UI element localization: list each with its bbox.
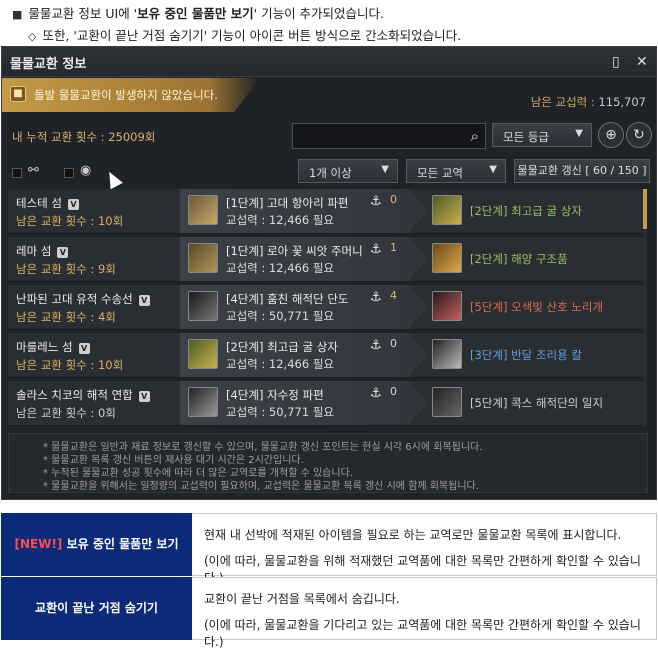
pot-shard-icon <box>188 195 218 225</box>
close-icon[interactable]: ✕ <box>636 54 648 70</box>
window-title: 물물교환 정보 <box>10 57 87 72</box>
chevron-down-icon[interactable]: V <box>57 247 69 258</box>
feature-description: 현재 내 선박에 적재된 아이템을 필요로 하는 교역로만 물물교환 목록에 표… <box>192 513 657 585</box>
trade-dropdown[interactable]: 모든 교역 ▼ <box>406 159 506 183</box>
search-input[interactable]: ⌕ <box>292 123 486 149</box>
oyster-box-icon <box>432 195 462 225</box>
anchor-icon: ⚓ <box>370 242 382 257</box>
table-row: [NEW!] 보유 중인 물품만 보기 현재 내 선박에 적재된 아이템을 필요… <box>1 513 657 585</box>
seed-pouch-icon <box>188 243 218 273</box>
anchor-icon: ⚓ <box>370 194 382 209</box>
feature-table: [NEW!] 보유 중인 물품만 보기 현재 내 선박에 적재된 아이템을 필요… <box>1 513 657 649</box>
note-line-1: ■ 물물교환 정보 UI에 '보유 중인 물품만 보기' 기능이 추가되었습니다. <box>12 6 385 21</box>
list-item[interactable]: 난파된 고대 유적 수송선 V 남은 교환 횟수 : 4회 [4단계] 훔친 해적… <box>8 285 644 330</box>
remaining-negotiation: 남은 교섭력 : 115,707 <box>530 95 646 109</box>
feature-name: 교환이 끝난 거점 숨기기 <box>1 577 192 640</box>
target-icon[interactable]: ⊕ <box>598 122 624 148</box>
event-banner: ■ 돌발 물물교환이 발생하지 않았습니다. <box>2 78 260 112</box>
title-bar: 물물교환 정보 ▯ ✕ <box>2 47 656 77</box>
chevron-down-icon[interactable]: V <box>67 199 79 210</box>
owned-items-icon[interactable]: ⚯ <box>28 163 39 178</box>
chevron-down-icon: ▼ <box>489 164 497 175</box>
journal-icon <box>432 387 462 417</box>
barter-info-window: 물물교환 정보 ▯ ✕ ■ 돌발 물물교환이 발생하지 않았습니다. 남은 교섭… <box>1 46 657 500</box>
accumulated-trades: 내 누적 교환 횟수 : 25009회 <box>12 130 156 144</box>
chevron-down-icon: ▼ <box>381 164 389 175</box>
count-dropdown[interactable]: 1개 이상 ▼ <box>298 159 398 183</box>
anchor-icon: ⚓ <box>370 338 382 353</box>
barter-list: 테스테 섬V 남은 교환 횟수 : 10회 [1단계] 고대 항아리 파편 교섭… <box>8 189 644 427</box>
refresh-icon[interactable]: ↻ <box>626 122 652 148</box>
list-item[interactable]: 테스테 섬V 남은 교환 횟수 : 10회 [1단계] 고대 항아리 파편 교섭… <box>8 189 644 234</box>
grade-dropdown[interactable]: 모든 등급 ▼ <box>492 123 592 147</box>
treasure-chest-icon <box>432 243 462 273</box>
oyster-box-icon <box>188 339 218 369</box>
coral-ornament-icon <box>432 291 462 321</box>
page-icon[interactable]: ▯ <box>612 54 620 70</box>
list-item[interactable]: 솔라스 치코의 해적 연합 V 남은 교환 횟수 : 0회 [4단계] 자수정 파… <box>8 381 644 426</box>
hide-finished-checkbox[interactable] <box>64 168 74 178</box>
diamond-bullet-icon: ◇ <box>28 30 37 43</box>
chevron-down-icon: ▼ <box>575 128 583 139</box>
hide-finished-icon[interactable]: ◉ <box>80 163 91 178</box>
update-notes: ■ 물물교환 정보 UI에 '보유 중인 물품만 보기' 기능이 추가되었습니다.… <box>0 0 658 44</box>
table-row: 교환이 끝난 거점 숨기기 교환이 끝난 거점을 목록에서 숨깁니다. (이에 … <box>1 577 657 649</box>
cleaver-icon <box>432 339 462 369</box>
list-item[interactable]: 마를레느 섬V 남은 교환 횟수 : 10회 [2단계] 최고급 굴 상자 교섭… <box>8 333 644 378</box>
barter-refresh-button[interactable]: 물물교환 갱신 [ 60 / 150 ] <box>514 159 650 183</box>
show-owned-checkbox[interactable] <box>12 168 22 178</box>
chevron-down-icon[interactable]: V <box>138 295 150 306</box>
lock-icon: ■ <box>10 86 26 102</box>
amethyst-shard-icon <box>188 387 218 417</box>
square-bullet-icon: ■ <box>12 8 23 21</box>
anchor-icon: ⚓ <box>370 386 382 401</box>
feature-description: 교환이 끝난 거점을 목록에서 숨깁니다. (이에 따라, 물물교환을 기다리고… <box>192 577 657 649</box>
note-line-2: ◇ 또한, '교환이 끝난 거점 숨기기' 기능이 아이콘 버튼 방식으로 간소화… <box>28 28 462 43</box>
feature-name: [NEW!] 보유 중인 물품만 보기 <box>1 513 192 576</box>
footnotes: * 물물교환은 일반과 재료 정보로 갱신할 수 있으며, 물물교환 갱신 포인… <box>8 433 648 493</box>
scrollbar-thumb[interactable] <box>643 189 647 229</box>
mouse-cursor-icon <box>103 168 123 190</box>
anchor-icon: ⚓ <box>370 290 382 305</box>
chevron-down-icon[interactable]: V <box>138 391 150 402</box>
list-item[interactable]: 레마 섬V 남은 교환 횟수 : 9회 [1단계] 로아 꽃 씨앗 주머니 교섭… <box>8 237 644 282</box>
dagger-icon <box>188 291 218 321</box>
chevron-down-icon[interactable]: V <box>78 343 90 354</box>
search-icon[interactable]: ⌕ <box>471 127 479 145</box>
